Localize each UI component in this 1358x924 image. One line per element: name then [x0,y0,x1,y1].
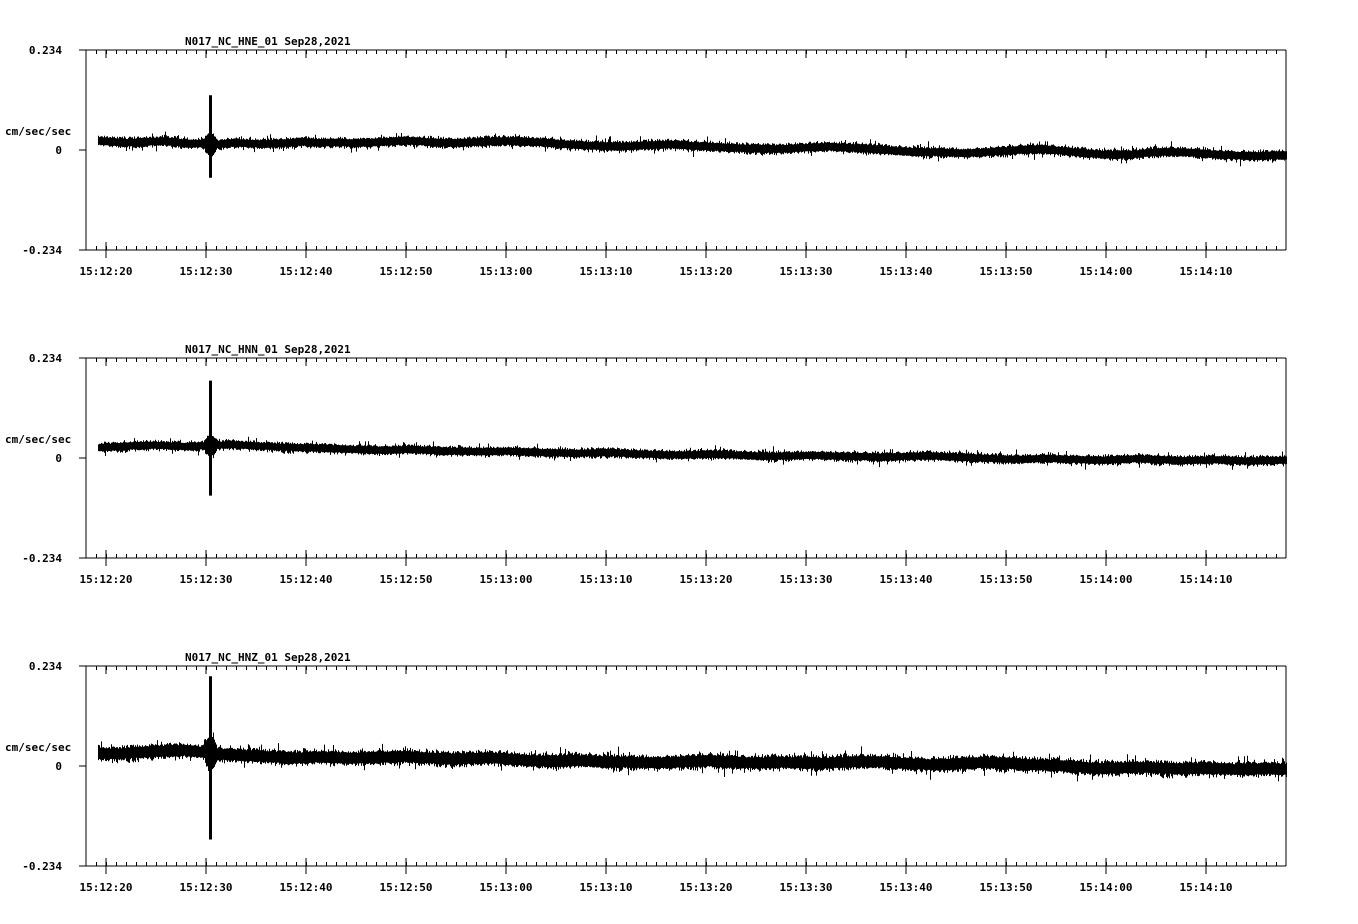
x-tick-label: 15:13:50 [980,265,1033,278]
x-tick-label: 15:13:30 [780,881,833,894]
x-tick-label: 15:12:30 [180,573,233,586]
y-axis-label: cm/sec/sec [5,741,71,754]
seismogram-panel: N017_NC_HNE_01 Sep28,2021 0.234 0 -0.234 cm/… [5,35,1287,278]
panel-title: N017_NC_HNE_01 Sep28,2021 [185,35,351,48]
x-tick-label: 15:13:10 [580,265,633,278]
y-tick-label: -0.234 [22,244,62,257]
y-tick-label: 0 [55,452,62,465]
x-tick-label: 15:13:30 [780,265,833,278]
x-tick-label: 15:13:30 [780,573,833,586]
x-tick-label: 15:12:40 [280,265,333,278]
x-tick-label: 15:13:50 [980,881,1033,894]
waveform-trace [98,380,1287,496]
waveform-trace [98,95,1287,178]
waveform-trace [98,676,1287,840]
x-tick-label: 15:14:10 [1180,265,1233,278]
y-tick-label: -0.234 [22,860,62,873]
y-tick-label: 0 [55,144,62,157]
y-tick-label: 0.234 [29,352,62,365]
x-tick-label: 15:13:10 [580,573,633,586]
y-tick-label: 0.234 [29,660,62,673]
x-tick-label: 15:14:00 [1080,265,1133,278]
x-tick-label: 15:12:50 [380,265,433,278]
x-tick-label: 15:13:40 [880,265,933,278]
y-tick-label: -0.234 [22,552,62,565]
seismogram-figure: N017_NC_HNE_01 Sep28,2021 0.234 0 -0.234 cm/… [5,35,1287,894]
x-tick-label: 15:14:00 [1080,573,1133,586]
x-tick-label: 15:12:20 [80,265,133,278]
x-tick-label: 15:13:50 [980,573,1033,586]
y-tick-label: 0 [55,760,62,773]
y-axis-label: cm/sec/sec [5,125,71,138]
x-tick-label: 15:13:20 [680,881,733,894]
x-tick-label: 15:12:30 [180,881,233,894]
x-tick-label: 15:13:00 [480,265,533,278]
y-tick-label: 0.234 [29,44,62,57]
y-axis-label: cm/sec/sec [5,433,71,446]
x-tick-label: 15:12:20 [80,573,133,586]
x-tick-label: 15:12:40 [280,881,333,894]
x-tick-label: 15:12:50 [380,573,433,586]
seismogram-panel: N017_NC_HNZ_01 Sep28,2021 0.234 0 -0.234 cm/… [5,651,1287,894]
x-tick-label: 15:13:00 [480,573,533,586]
x-tick-label: 15:12:30 [180,265,233,278]
panel-title: N017_NC_HNN_01 Sep28,2021 [185,343,351,356]
x-tick-label: 15:14:00 [1080,881,1133,894]
x-tick-label: 15:13:10 [580,881,633,894]
x-tick-label: 15:13:20 [680,573,733,586]
x-tick-label: 15:14:10 [1180,881,1233,894]
panel-title: N017_NC_HNZ_01 Sep28,2021 [185,651,351,664]
x-tick-label: 15:14:10 [1180,573,1233,586]
x-tick-label: 15:12:40 [280,573,333,586]
x-tick-label: 15:13:00 [480,881,533,894]
x-tick-label: 15:12:20 [80,881,133,894]
x-tick-label: 15:12:50 [380,881,433,894]
x-tick-label: 15:13:40 [880,881,933,894]
seismogram-panel: N017_NC_HNN_01 Sep28,2021 0.234 0 -0.234 cm/… [5,343,1287,586]
x-tick-label: 15:13:40 [880,573,933,586]
x-tick-label: 15:13:20 [680,265,733,278]
